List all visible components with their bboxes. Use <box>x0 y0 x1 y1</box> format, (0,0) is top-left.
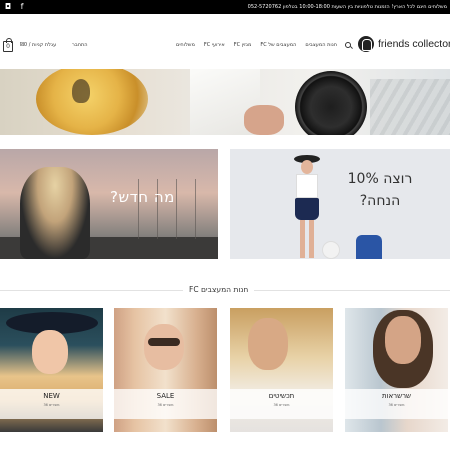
hero-drink-image <box>36 69 148 135</box>
face-image <box>32 330 68 374</box>
category-tile-new[interactable]: NEW 36 מוצרים <box>0 308 103 432</box>
section-title: חנות המעצבים FC <box>183 285 255 294</box>
category-count: 36 מוצרים <box>157 403 174 407</box>
tile-model-image <box>292 155 322 259</box>
nav-item-shipping[interactable]: משלוחים <box>176 42 195 48</box>
facebook-icon[interactable]: f <box>17 1 27 12</box>
tile-model-image <box>20 167 90 259</box>
logo-mark-icon[interactable] <box>358 36 374 52</box>
nav-item-fc-designers[interactable]: המעצבים של FC <box>260 42 296 48</box>
cart-link[interactable]: עגלת קניות / ₪0 <box>20 42 56 48</box>
promo-text: משלוחים חינם לכל הארץ! הזמנות טלפוניות ב… <box>247 4 447 10</box>
hero-straw-image <box>72 79 90 103</box>
nav-item-designers-shop[interactable]: חנות המעצבים <box>305 42 337 48</box>
cart-count: 0 <box>6 43 10 50</box>
logo-text[interactable]: friends collector <box>378 38 450 50</box>
nav-item-fc-events[interactable]: אירועי FC <box>204 42 225 48</box>
category-tile-jewelry[interactable]: תכשיטים 36 מוצרים <box>230 308 333 432</box>
hero-banner[interactable] <box>0 69 450 135</box>
whats-new-caption[interactable]: מה חדש? <box>110 188 175 206</box>
hero-hand-image <box>244 105 284 135</box>
search-icon[interactable] <box>345 42 351 48</box>
category-count: 36 מוצרים <box>43 403 60 407</box>
category-name: NEW <box>43 392 60 400</box>
hero-camera-lens-image <box>295 71 367 135</box>
discount-caption[interactable]: רוצה 10% הנחה? <box>340 168 420 212</box>
tile-hydrant-image <box>356 235 382 259</box>
face-image <box>144 324 184 370</box>
tile-bird-image <box>322 241 340 259</box>
category-tile-necklaces[interactable]: שרשראות 36 מוצרים <box>345 308 448 432</box>
main-nav: חנות המעצבים המעצבים של FC מגזין FC אירו… <box>176 42 337 48</box>
face-image <box>385 316 421 364</box>
category-name: SALE <box>156 392 175 400</box>
site-header: 0 עגלת קניות / ₪0 התחבר חנות המעצבים המע… <box>0 14 450 69</box>
instagram-icon[interactable]: ◘ <box>3 1 13 12</box>
social-links: ◘ f <box>3 1 27 12</box>
whats-new-tile[interactable] <box>0 149 218 259</box>
face-image <box>248 318 288 370</box>
category-name: שרשראות <box>381 392 411 400</box>
top-bar: ◘ f משלוחים חינם לכל הארץ! הזמנות טלפוני… <box>0 0 450 14</box>
nav-item-fc-magazine[interactable]: מגזין FC <box>234 42 252 48</box>
category-count: 36 מוצרים <box>388 403 405 407</box>
category-count: 36 מוצרים <box>273 403 290 407</box>
login-link[interactable]: התחבר <box>72 42 88 48</box>
hero-texture-image <box>370 79 450 135</box>
category-name: תכשיטים <box>268 392 295 400</box>
category-tile-sale[interactable]: SALE 36 מוצרים <box>114 308 217 432</box>
sunglasses-image <box>148 338 180 346</box>
cart-bag-icon[interactable]: 0 <box>3 38 13 52</box>
